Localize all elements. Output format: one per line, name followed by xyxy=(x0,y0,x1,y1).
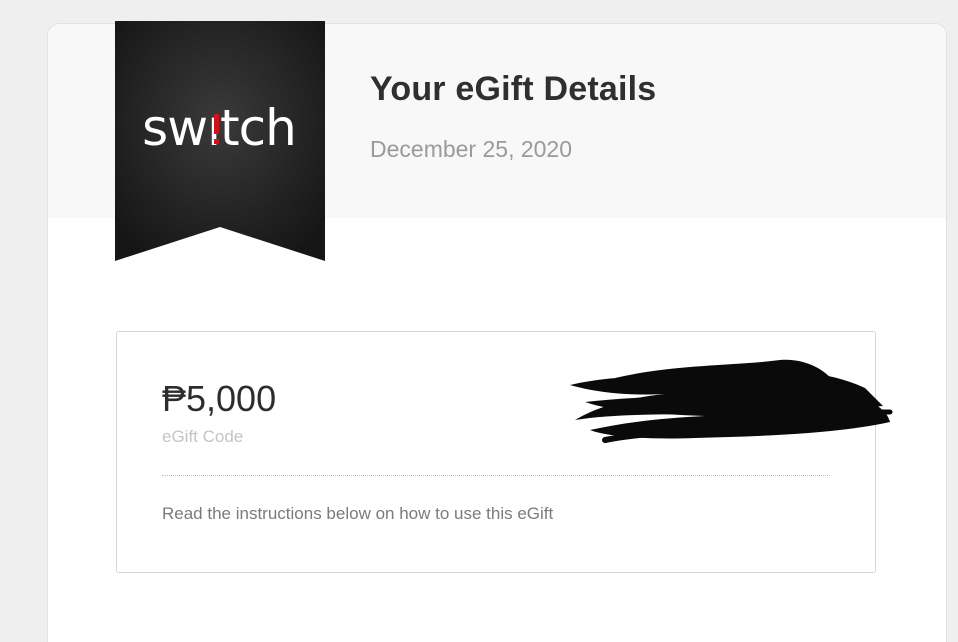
gift-date: December 25, 2020 xyxy=(370,136,573,162)
instructions-text: Read the instructions below on how to us… xyxy=(162,504,554,523)
gift-details-box: ₱5,000 eGift Code Read the instructions … xyxy=(116,331,893,573)
logo-exclamation-bar xyxy=(214,114,219,134)
egift-page: swıtch Your eGift Details December 25, 2… xyxy=(0,0,958,642)
switch-logo: swıtch xyxy=(115,21,325,261)
logo-exclamation-dot xyxy=(214,139,219,144)
divider xyxy=(162,475,830,476)
switch-logo-ribbon: swıtch xyxy=(115,21,325,261)
page-title: Your eGift Details xyxy=(370,70,657,108)
egift-code-label: eGift Code xyxy=(162,427,244,446)
gift-amount: ₱5,000 xyxy=(162,378,277,419)
redacted-code-scribble xyxy=(570,359,893,443)
